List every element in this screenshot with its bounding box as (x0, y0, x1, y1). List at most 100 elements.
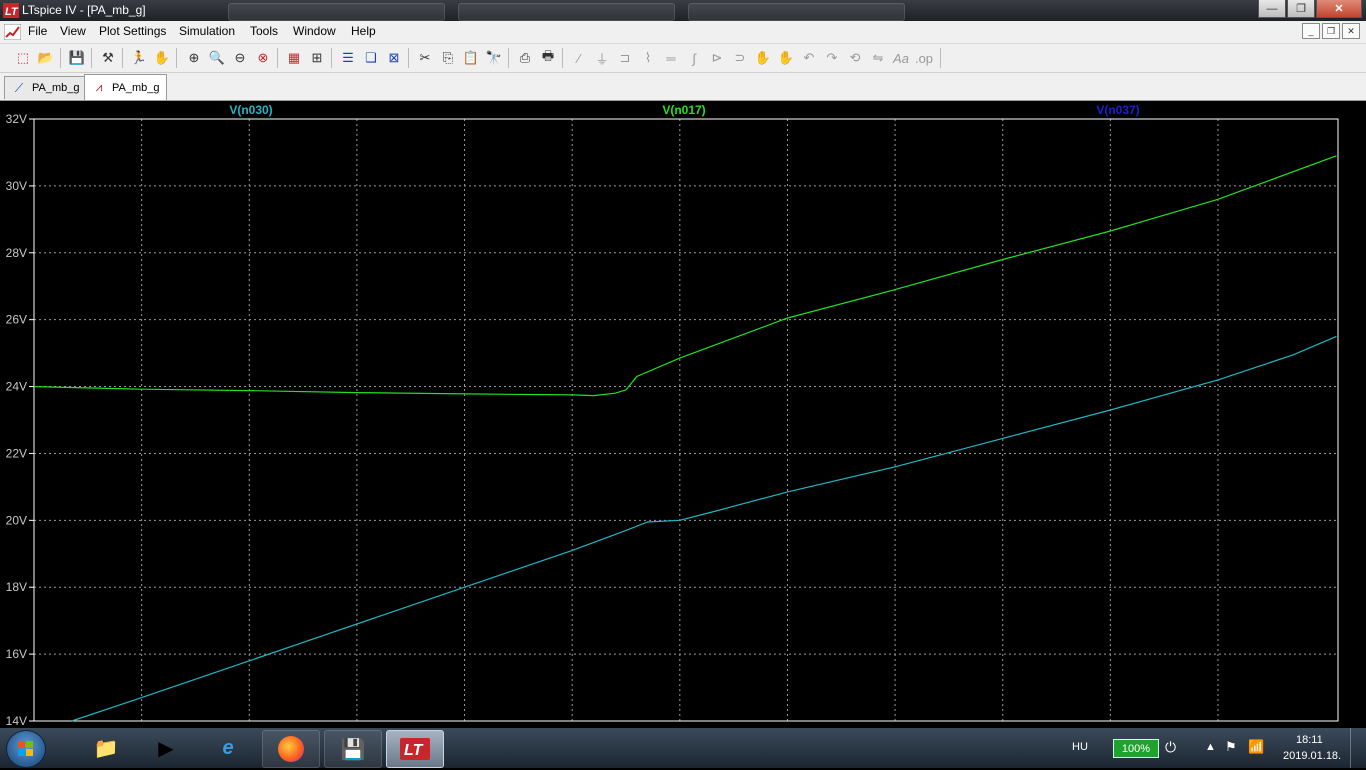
close-window-icon[interactable]: ⊠ (385, 49, 403, 67)
toolbar-separator (176, 48, 177, 68)
menu-tools[interactable]: Tools (250, 24, 278, 38)
zoom-area-icon[interactable]: ⊕ (185, 49, 203, 67)
action-center-icon[interactable]: ⚑ (1225, 739, 1237, 755)
run-icon[interactable]: 🏃 (130, 49, 148, 67)
print-icon[interactable]: 🖶 (539, 48, 557, 67)
clock-date[interactable]: 2019.01.18. (1283, 750, 1341, 762)
mdi-controls: _ ❐ ✕ (1300, 23, 1360, 39)
media-player-taskbar-button[interactable]: ▶ (138, 730, 194, 766)
text-icon[interactable]: Aa (892, 49, 910, 67)
show-desktop-button[interactable] (1350, 728, 1366, 768)
firefox-taskbar-button[interactable] (262, 730, 320, 768)
internet-explorer-taskbar-button[interactable]: e (200, 730, 256, 766)
waveform-icon: ⩘ (95, 80, 103, 94)
toolbar-separator (562, 48, 563, 68)
tab-label: PA_mb_g (32, 82, 80, 94)
label-net-icon[interactable]: ⊐ (616, 49, 634, 67)
menu-view[interactable]: View (60, 24, 86, 38)
mirror-icon[interactable]: ⇋ (869, 49, 887, 67)
cut-icon[interactable]: ✂ (416, 49, 434, 67)
minimize-button[interactable]: — (1258, 0, 1286, 18)
show-hidden-icons-icon[interactable]: ▲ (1205, 741, 1216, 753)
component-icon[interactable]: ⊃ (731, 49, 749, 67)
ltspice-taskbar-button[interactable]: LT (386, 730, 444, 768)
zoom-full-extents-icon[interactable]: ⊗ (254, 49, 272, 67)
save-icon[interactable]: 💾 (68, 49, 86, 67)
paste-icon[interactable]: 📋 (462, 49, 480, 67)
backup-taskbar-button[interactable]: 💾 (324, 730, 382, 768)
trace-label[interactable]: V(n030) (229, 103, 272, 117)
ltspice-logo-icon: LT (3, 3, 19, 18)
diode-icon[interactable]: ⊳ (708, 49, 726, 67)
maximize-button[interactable]: ❐ (1287, 0, 1315, 18)
toolbar-separator (508, 48, 509, 68)
pan-icon[interactable]: 🔍 (208, 49, 226, 67)
windows-logo-icon (18, 741, 33, 756)
waveform-viewer[interactable]: 32V 30V 28V 26V 24V 22V 20V 18V 16V 14V V(n030) V(n… (0, 101, 1366, 728)
background-browser-tab (688, 3, 905, 21)
trace-v-n030[interactable] (71, 335, 1337, 722)
tab-waveform[interactable]: ⩘ PA_mb_g (84, 74, 167, 100)
toolbar-separator (940, 48, 941, 68)
rotate-icon[interactable]: ⟲ (846, 49, 864, 67)
menu-help[interactable]: Help (351, 24, 376, 38)
tab-label: PA_mb_g (112, 81, 160, 94)
halt-icon[interactable]: ✋ (153, 49, 171, 67)
trace-label[interactable]: V(n017) (662, 103, 705, 117)
redo-icon[interactable]: ↷ (823, 49, 841, 67)
ltspice-icon: LT (400, 738, 430, 760)
mdi-minimize-button[interactable]: _ (1302, 23, 1320, 39)
media-player-icon: ▶ (158, 737, 174, 760)
autorange-icon[interactable]: ▦ (285, 49, 303, 67)
mdi-close-button[interactable]: ✕ (1342, 23, 1360, 39)
capacitor-icon[interactable]: ═ (662, 49, 680, 67)
waveform-plot[interactable]: 32V 30V 28V 26V 24V 22V 20V 18V 16V 14V V(n030) V(n… (0, 101, 1366, 728)
new-schematic-icon[interactable]: ⬚ (14, 49, 32, 67)
fit-plot-icon[interactable]: ⊞ (308, 49, 326, 67)
menu-file[interactable]: File (28, 24, 47, 38)
tile-horizontal-icon[interactable]: ☰ (339, 49, 357, 67)
menu-window[interactable]: Window (293, 24, 336, 38)
battery-indicator[interactable]: 100% (1113, 739, 1159, 758)
file-explorer-taskbar-button[interactable]: 📁 (78, 730, 134, 766)
trace-label[interactable]: V(n037) (1096, 103, 1139, 117)
document-icon[interactable] (4, 24, 21, 40)
print-setup-icon[interactable]: ⎙ (516, 49, 534, 67)
trace-v-n017[interactable] (33, 155, 1337, 397)
close-button[interactable]: ✕ (1316, 0, 1362, 18)
move-icon[interactable]: ✋ (754, 49, 772, 67)
menu-plot-settings[interactable]: Plot Settings (99, 24, 166, 38)
folder-icon: 📁 (93, 737, 119, 760)
open-icon[interactable]: 📂 (37, 49, 55, 67)
toolbar-separator (122, 48, 123, 68)
firefox-icon (278, 736, 304, 762)
start-button[interactable] (6, 730, 46, 768)
menu-simulation[interactable]: Simulation (179, 24, 235, 38)
tab-schematic[interactable]: ⟋ PA_mb_g (4, 76, 87, 99)
find-icon[interactable]: 🔭 (485, 49, 503, 67)
toolbar-separator (277, 48, 278, 68)
mdi-restore-button[interactable]: ❐ (1322, 23, 1340, 39)
background-browser-tab (458, 3, 675, 21)
wire-icon[interactable]: ∕ (570, 49, 588, 67)
copy-icon[interactable]: ⎘ (439, 49, 457, 67)
zoom-back-icon[interactable]: ⊖ (231, 49, 249, 67)
window-title: LTspice IV - [PA_mb_g] (22, 3, 146, 17)
control-panel-icon[interactable]: ⚒ (99, 49, 117, 67)
y-tick-label: 20V (6, 513, 27, 527)
resistor-icon[interactable]: ⌇ (639, 49, 657, 67)
ground-icon[interactable]: ⏚ (593, 49, 611, 67)
undo-icon[interactable]: ↶ (800, 49, 818, 67)
clock-time[interactable]: 18:11 (1296, 734, 1323, 746)
drag-icon[interactable]: ✋ (777, 49, 795, 67)
document-tab-bar: ⟋ PA_mb_g ⩘ PA_mb_g (0, 73, 1366, 101)
toolbar-separator (331, 48, 332, 68)
network-signal-icon[interactable]: 📶 (1248, 739, 1264, 755)
menu-bar: File View Plot Settings Simulation Tools… (0, 21, 1366, 44)
spice-directive-icon[interactable]: .op (915, 49, 933, 67)
windows-taskbar: 📁 ▶ e 💾 LT HU 18:11 2019.01.18. ⏻ ▲ ⚑ 📶 (0, 728, 1366, 768)
power-plug-icon[interactable]: ⏻ (1165, 739, 1176, 756)
inductor-icon[interactable]: ∫ (685, 49, 703, 67)
cascade-icon[interactable]: ❏ (362, 49, 380, 67)
language-indicator[interactable]: HU (1072, 741, 1088, 753)
